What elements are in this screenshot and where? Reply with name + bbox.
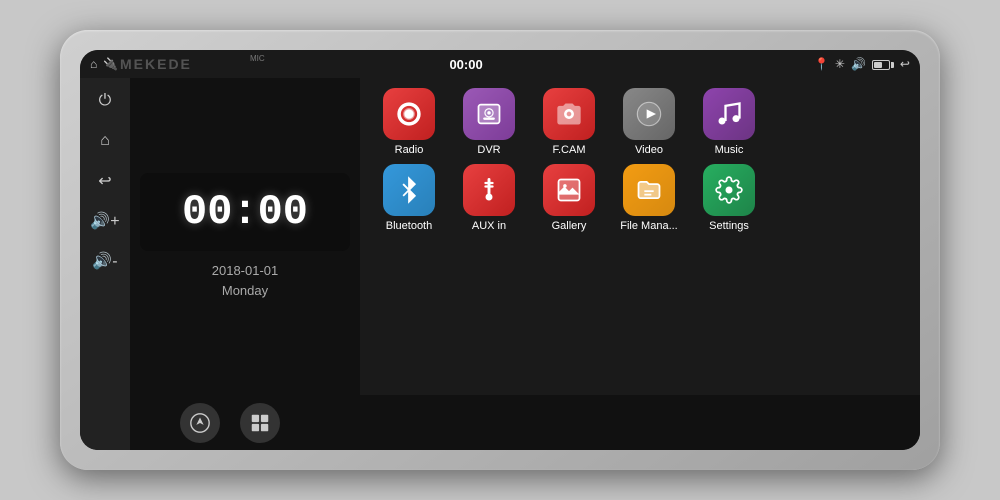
apps-button[interactable] bbox=[240, 403, 280, 443]
settings-icon-bg bbox=[703, 164, 755, 216]
gallery-label: Gallery bbox=[552, 220, 587, 232]
app-bluetooth[interactable]: Bluetooth bbox=[375, 164, 443, 232]
filemanager-label: File Mana... bbox=[620, 220, 677, 232]
app-settings[interactable]: Settings bbox=[695, 164, 763, 232]
fcam-icon-bg bbox=[543, 88, 595, 140]
app-row-2: Bluetooth AUX in bbox=[375, 164, 905, 232]
status-center: 00:00 bbox=[449, 57, 482, 72]
screen: MEKEDE MIC ⌂ 🔌 00:00 📍 ✳ 🔊 bbox=[80, 50, 920, 450]
radio-icon-bg bbox=[383, 88, 435, 140]
radio-label: Radio bbox=[395, 144, 424, 156]
app-video[interactable]: Video bbox=[615, 88, 683, 156]
fcam-label: F.CAM bbox=[553, 144, 586, 156]
volume-up-button[interactable]: 🔊+ bbox=[90, 206, 120, 236]
volume-icon: 🔊 bbox=[851, 57, 866, 71]
clock-widget: 00:00 2018-01-01 Monday bbox=[130, 78, 360, 395]
clock-display: 00:00 bbox=[140, 173, 350, 251]
app-filemanager[interactable]: File Mana... bbox=[615, 164, 683, 232]
date-info: 2018-01-01 Monday bbox=[212, 261, 279, 300]
power-button[interactable]: ⏻ bbox=[90, 86, 120, 116]
app-aux[interactable]: AUX in bbox=[455, 164, 523, 232]
back-icon[interactable]: ↩ bbox=[900, 57, 910, 71]
mic-label: MIC bbox=[250, 54, 265, 63]
home-icon: ⌂ bbox=[90, 57, 97, 71]
status-bar: ⌂ 🔌 00:00 📍 ✳ 🔊 ↩ bbox=[80, 50, 920, 78]
sidebar: ⏻ ⌂ ↩ 🔊+ 🔊- bbox=[80, 78, 130, 450]
filemanager-icon-bg bbox=[623, 164, 675, 216]
settings-label: Settings bbox=[709, 220, 749, 232]
status-right: 📍 ✳ 🔊 ↩ bbox=[814, 57, 910, 71]
app-grid: Radio DVR bbox=[360, 78, 920, 395]
watermark: MEKEDE bbox=[120, 56, 192, 72]
widget-area: 00:00 2018-01-01 Monday bbox=[130, 78, 920, 395]
main-content: ⏻ ⌂ ↩ 🔊+ 🔊- 00:00 2018-01-01 M bbox=[80, 78, 920, 450]
location-icon: 📍 bbox=[814, 57, 829, 71]
day-text: Monday bbox=[212, 281, 279, 301]
gallery-icon-bg bbox=[543, 164, 595, 216]
bluetooth-status-icon: ✳ bbox=[835, 57, 845, 71]
music-label: Music bbox=[715, 144, 744, 156]
dvr-icon-bg bbox=[463, 88, 515, 140]
status-time: 00:00 bbox=[449, 57, 482, 72]
bottom-bar bbox=[130, 395, 920, 450]
status-left: ⌂ 🔌 bbox=[90, 57, 118, 71]
bluetooth-label: Bluetooth bbox=[386, 220, 432, 232]
battery-icon bbox=[872, 57, 894, 71]
back-button[interactable]: ↩ bbox=[90, 166, 120, 196]
dvr-label: DVR bbox=[477, 144, 500, 156]
home-button[interactable]: ⌂ bbox=[90, 126, 120, 156]
usb-icon: 🔌 bbox=[103, 57, 118, 71]
clock-time: 00:00 bbox=[160, 188, 330, 236]
date-text: 2018-01-01 bbox=[212, 261, 279, 281]
app-gallery[interactable]: Gallery bbox=[535, 164, 603, 232]
music-icon-bg bbox=[703, 88, 755, 140]
app-fcam[interactable]: F.CAM bbox=[535, 88, 603, 156]
aux-label: AUX in bbox=[472, 220, 506, 232]
video-label: Video bbox=[635, 144, 663, 156]
app-radio[interactable]: Radio bbox=[375, 88, 443, 156]
aux-icon-bg bbox=[463, 164, 515, 216]
device-body: MEKEDE MIC ⌂ 🔌 00:00 📍 ✳ 🔊 bbox=[60, 30, 940, 470]
app-dvr[interactable]: DVR bbox=[455, 88, 523, 156]
bluetooth-icon-bg bbox=[383, 164, 435, 216]
app-row-1: Radio DVR bbox=[375, 88, 905, 156]
center-content: 00:00 2018-01-01 Monday bbox=[130, 78, 920, 450]
app-music[interactable]: Music bbox=[695, 88, 763, 156]
navigation-button[interactable] bbox=[180, 403, 220, 443]
volume-down-button[interactable]: 🔊- bbox=[90, 246, 120, 276]
video-icon-bg bbox=[623, 88, 675, 140]
